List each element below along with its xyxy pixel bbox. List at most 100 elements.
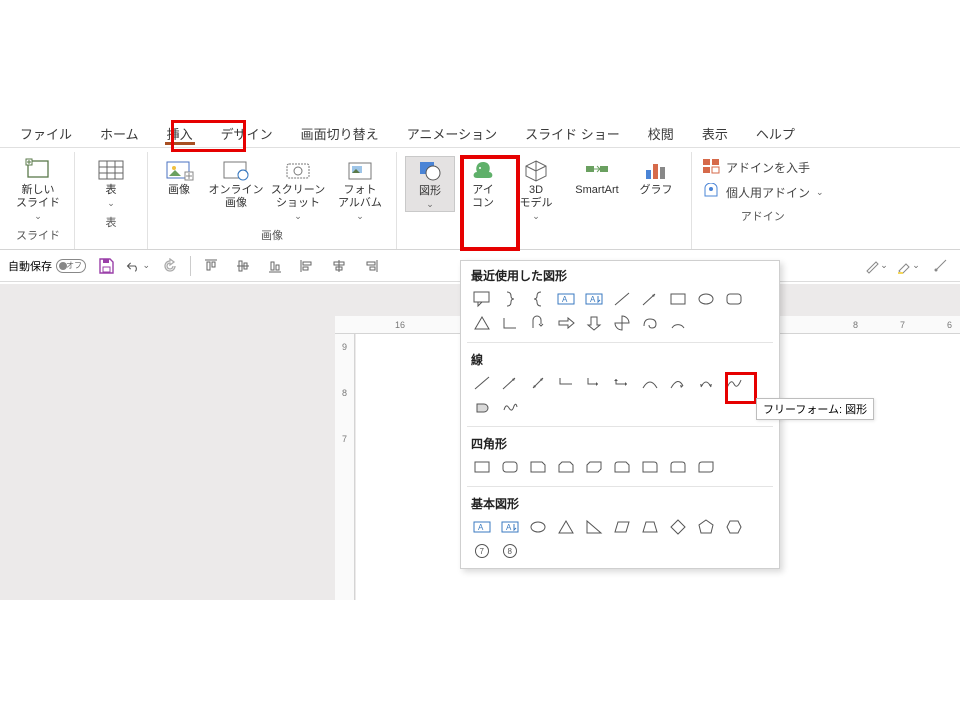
line-elbow-double-icon[interactable]	[609, 372, 635, 394]
shapes-label: 図形	[419, 185, 441, 198]
qat-align-right[interactable]	[359, 254, 383, 278]
basic-diamond-icon[interactable]	[665, 516, 691, 538]
tab-file[interactable]: ファイル	[6, 120, 86, 147]
rect-round2diag-icon[interactable]	[693, 456, 719, 478]
shape-line-arrow-icon[interactable]	[637, 288, 663, 310]
qat-pen-button[interactable]: ⌄	[864, 254, 888, 278]
line-plain-icon[interactable]	[469, 372, 495, 394]
qat-eyedropper-button[interactable]	[928, 254, 952, 278]
basic-textbox-h-icon[interactable]: A	[469, 516, 495, 538]
online-pictures-button[interactable]: オンライン 画像	[208, 156, 264, 212]
shape-line-icon[interactable]	[609, 288, 635, 310]
my-addins-button[interactable]: 個人用アドイン ⌄	[702, 183, 824, 202]
line-spline-icon[interactable]	[721, 372, 747, 394]
online-pictures-label: オンライン 画像	[209, 184, 264, 210]
line-curve-icon[interactable]	[637, 372, 663, 394]
shape-pie-icon[interactable]	[609, 312, 635, 334]
new-slide-button[interactable]: 新しい スライド ⌄	[10, 156, 66, 223]
rect-round2same-icon[interactable]	[665, 456, 691, 478]
tab-home[interactable]: ホーム	[86, 120, 153, 147]
autosave-toggle[interactable]: 自動保存 オフ	[8, 258, 86, 274]
shape-right-brace-icon[interactable]	[497, 288, 523, 310]
qat-align-middle[interactable]	[231, 254, 255, 278]
get-addins-button[interactable]: アドインを入手	[702, 158, 824, 177]
tab-insert[interactable]: 挿入	[153, 120, 207, 147]
shapes-button[interactable]: 図形 ⌄	[405, 156, 455, 212]
qat-align-top[interactable]	[199, 254, 223, 278]
chart-button[interactable]: グラフ	[633, 156, 679, 199]
line-elbow-arrow-icon[interactable]	[581, 372, 607, 394]
chevron-down-icon: ⌄	[107, 199, 115, 208]
shape-rect-icon[interactable]	[665, 288, 691, 310]
ribbon: 新しい スライド ⌄ スライド 表 ⌄ 表	[0, 148, 960, 250]
qat-align-left[interactable]	[295, 254, 319, 278]
shape-textbox-v-icon[interactable]: A	[581, 288, 607, 310]
basic-triangle-icon[interactable]	[553, 516, 579, 538]
rect-snip2diag-icon[interactable]	[581, 456, 607, 478]
tab-view[interactable]: 表示	[688, 120, 742, 147]
table-button[interactable]: 表 ⌄	[83, 156, 139, 210]
rect-round-icon[interactable]	[497, 456, 523, 478]
icons-button[interactable]: アイ コン	[461, 156, 505, 212]
tab-animation[interactable]: アニメーション	[393, 120, 511, 147]
pictures-button[interactable]: 画像	[156, 156, 202, 211]
tab-transition[interactable]: 画面切り替え	[287, 120, 393, 147]
shape-elbow-icon[interactable]	[497, 312, 523, 334]
line-curve-arrow-icon[interactable]	[665, 372, 691, 394]
qat-align-center[interactable]	[327, 254, 351, 278]
thumbnail-pane[interactable]	[0, 284, 320, 600]
group-slides: 新しい スライド ⌄ スライド	[2, 152, 75, 249]
save-button[interactable]	[94, 254, 118, 278]
shape-textbox-h-icon[interactable]: A	[553, 288, 579, 310]
basic-pentagon-icon[interactable]	[693, 516, 719, 538]
line-freeform-shape-icon[interactable]	[469, 396, 495, 418]
line-scribble-icon[interactable]	[497, 396, 523, 418]
3d-models-button[interactable]: 3D モデル ⌄	[511, 156, 561, 223]
rect-snip2same-icon[interactable]	[553, 456, 579, 478]
basic-parallelogram-icon[interactable]	[609, 516, 635, 538]
basic-trapezoid-icon[interactable]	[637, 516, 663, 538]
shape-oval-icon[interactable]	[693, 288, 719, 310]
shape-callout-icon[interactable]	[469, 288, 495, 310]
qat-align-bottom[interactable]	[263, 254, 287, 278]
tab-review[interactable]: 校閲	[634, 120, 688, 147]
rect-plain-icon[interactable]	[469, 456, 495, 478]
shape-uturn-icon[interactable]	[525, 312, 551, 334]
photo-album-button[interactable]: フォト アルバム ⌄	[332, 156, 388, 223]
tab-design[interactable]: デザイン	[207, 120, 287, 147]
shape-right-arrow-icon[interactable]	[553, 312, 579, 334]
basic-octagon-icon[interactable]: 8	[497, 540, 523, 562]
line-curve-double-icon[interactable]	[693, 372, 719, 394]
svg-text:A: A	[506, 523, 512, 532]
shape-left-brace-icon[interactable]	[525, 288, 551, 310]
tab-help[interactable]: ヘルプ	[742, 120, 809, 147]
shape-loop-icon[interactable]	[637, 312, 663, 334]
section-rects-label: 四角形	[461, 429, 779, 454]
rect-round1-icon[interactable]	[637, 456, 663, 478]
basic-hexagon-icon[interactable]	[721, 516, 747, 538]
basic-textbox-v-icon[interactable]: A	[497, 516, 523, 538]
rect-sniprounded-icon[interactable]	[609, 456, 635, 478]
undo-button[interactable]: ⌄	[126, 254, 150, 278]
line-double-arrow-icon[interactable]	[525, 372, 551, 394]
screenshot-button[interactable]: スクリーン ショット ⌄	[270, 156, 326, 223]
tab-slideshow[interactable]: スライド ショー	[511, 120, 634, 147]
line-elbow-icon[interactable]	[553, 372, 579, 394]
shape-triangle-icon[interactable]	[469, 312, 495, 334]
photo-album-label: フォト アルバム	[338, 184, 382, 210]
shape-arc-icon[interactable]	[665, 312, 691, 334]
basic-heptagon-icon[interactable]: 7	[469, 540, 495, 562]
icons-icon	[467, 158, 499, 182]
shapes-icon	[414, 159, 446, 183]
new-slide-label: 新しい スライド	[16, 184, 60, 210]
rect-snip1-icon[interactable]	[525, 456, 551, 478]
shape-roundrect-icon[interactable]	[721, 288, 747, 310]
repeat-button[interactable]	[158, 254, 182, 278]
shapes-dropdown: 最近使用した図形 A A 線 四角形	[460, 260, 780, 569]
basic-right-triangle-icon[interactable]	[581, 516, 607, 538]
shape-down-arrow-icon[interactable]	[581, 312, 607, 334]
smartart-button[interactable]: SmartArt	[567, 156, 627, 199]
qat-highlighter-button[interactable]: ⌄	[896, 254, 920, 278]
basic-oval-icon[interactable]	[525, 516, 551, 538]
line-arrow-icon[interactable]	[497, 372, 523, 394]
